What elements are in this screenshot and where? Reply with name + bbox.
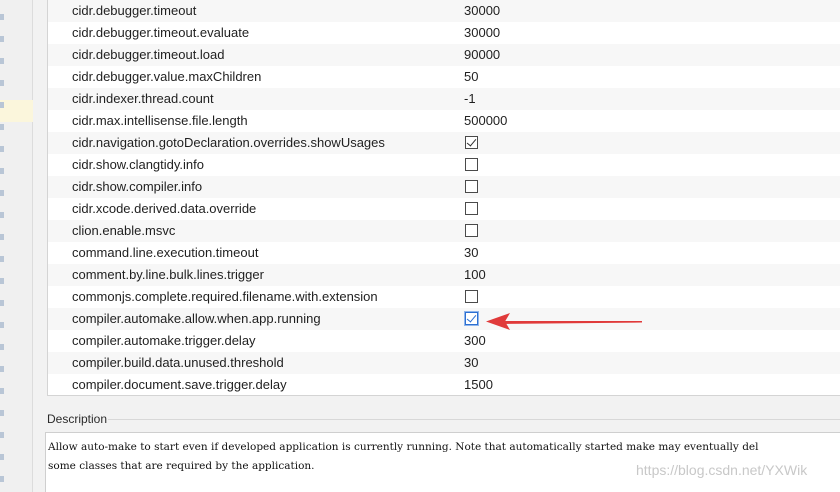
gutter-highlight xyxy=(0,100,33,122)
checkbox-unchecked[interactable] xyxy=(465,290,478,303)
gutter-mark xyxy=(0,212,4,218)
registry-value[interactable]: 500000 xyxy=(464,110,507,132)
gutter-mark xyxy=(0,454,4,460)
checkbox-checked[interactable] xyxy=(465,136,478,149)
registry-key: clion.enable.msvc xyxy=(72,223,176,238)
registry-key: compiler.automake.trigger.delay xyxy=(72,333,256,348)
registry-value[interactable]: -1 xyxy=(464,88,476,110)
registry-rows: cidr.debugger.timeout 30000 cidr.debugger.… xyxy=(48,0,840,395)
table-row[interactable]: compiler.automake.trigger.delay 300 xyxy=(48,330,840,352)
table-row[interactable]: cidr.show.compiler.info xyxy=(48,176,840,198)
table-row[interactable]: command.line.execution.timeout 30 xyxy=(48,242,840,264)
table-row[interactable]: cidr.xcode.derived.data.override xyxy=(48,198,840,220)
registry-value[interactable]: 1500 xyxy=(464,374,493,395)
checkbox-checked[interactable] xyxy=(464,311,479,326)
gutter-mark xyxy=(0,322,4,328)
table-row[interactable]: cidr.debugger.timeout 30000 xyxy=(48,0,840,22)
watermark: https://blog.csdn.net/YXWik xyxy=(636,462,808,478)
registry-value[interactable]: 300 xyxy=(464,330,486,352)
checkbox-unchecked[interactable] xyxy=(465,158,478,171)
registry-key: cidr.max.intellisense.file.length xyxy=(72,113,248,128)
gutter-mark xyxy=(0,36,4,42)
table-row[interactable]: compiler.document.save.trigger.delay 1500 xyxy=(48,374,840,395)
gutter-mark xyxy=(0,388,4,394)
table-row[interactable]: compiler.build.data.unused.threshold 30 xyxy=(48,352,840,374)
registry-value[interactable]: 30 xyxy=(464,352,478,374)
registry-key: cidr.show.compiler.info xyxy=(72,179,203,194)
table-row[interactable]: cidr.navigation.gotoDeclaration.override… xyxy=(48,132,840,154)
registry-key: cidr.debugger.value.maxChildren xyxy=(72,69,262,84)
table-row[interactable]: cidr.show.clangtidy.info xyxy=(48,154,840,176)
registry-key: cidr.debugger.timeout.evaluate xyxy=(72,25,250,40)
gutter-mark xyxy=(0,58,4,64)
registry-value[interactable]: 100 xyxy=(464,264,486,286)
table-row[interactable]: comment.by.line.bulk.lines.trigger 100 xyxy=(48,264,840,286)
table-row[interactable]: clion.enable.msvc xyxy=(48,220,840,242)
gutter-mark xyxy=(0,14,4,20)
checkbox-unchecked[interactable] xyxy=(465,180,478,193)
gutter-mark xyxy=(0,366,4,372)
registry-table: cidr.debugger.timeout 30000 cidr.debugger.… xyxy=(47,0,840,396)
editor-gutter xyxy=(0,0,33,492)
registry-value[interactable]: 30 xyxy=(464,242,478,264)
gutter-mark xyxy=(0,190,4,196)
table-row[interactable]: cidr.debugger.timeout.evaluate 30000 xyxy=(48,22,840,44)
gutter-mark xyxy=(0,168,4,174)
table-row[interactable]: cidr.indexer.thread.count -1 xyxy=(48,88,840,110)
arrow-shaft xyxy=(502,321,642,324)
table-row[interactable]: cidr.debugger.timeout.load 90000 xyxy=(48,44,840,66)
gutter-mark xyxy=(0,476,4,482)
gutter-mark xyxy=(0,278,4,284)
registry-key: cidr.show.clangtidy.info xyxy=(72,157,204,172)
registry-key: compiler.document.save.trigger.delay xyxy=(72,377,287,392)
registry-key: cidr.xcode.derived.data.override xyxy=(72,201,257,216)
registry-key: cidr.debugger.timeout xyxy=(72,3,197,18)
gutter-mark xyxy=(0,344,4,350)
registry-key: compiler.automake.allow.when.app.running xyxy=(72,311,321,326)
registry-key: cidr.indexer.thread.count xyxy=(72,91,214,106)
registry-value[interactable]: 30000 xyxy=(464,22,500,44)
gutter-mark xyxy=(0,124,4,130)
registry-value[interactable]: 50 xyxy=(464,66,478,88)
annotation-arrow xyxy=(486,313,642,330)
gutter-mark xyxy=(0,300,4,306)
registry-value[interactable]: 30000 xyxy=(464,0,500,22)
table-row[interactable]: commonjs.complete.required.filename.with… xyxy=(48,286,840,308)
gutter-mark xyxy=(0,80,4,86)
registry-key: comment.by.line.bulk.lines.trigger xyxy=(72,267,264,282)
registry-key: command.line.execution.timeout xyxy=(72,245,259,260)
registry-value[interactable]: 90000 xyxy=(464,44,500,66)
gutter-mark xyxy=(0,146,4,152)
table-row[interactable]: compiler.automake.allow.when.app.running xyxy=(48,308,840,330)
registry-key: compiler.build.data.unused.threshold xyxy=(72,355,284,370)
table-row[interactable]: cidr.max.intellisense.file.length 500000 xyxy=(48,110,840,132)
gutter-mark xyxy=(0,256,4,262)
table-row[interactable]: cidr.debugger.value.maxChildren 50 xyxy=(48,66,840,88)
gutter-mark xyxy=(0,234,4,240)
checkbox-unchecked[interactable] xyxy=(465,202,478,215)
registry-key: cidr.navigation.gotoDeclaration.override… xyxy=(72,135,385,150)
registry-key: commonjs.complete.required.filename.with… xyxy=(72,289,378,304)
checkbox-unchecked[interactable] xyxy=(465,224,478,237)
registry-key: cidr.debugger.timeout.load xyxy=(72,47,225,62)
description-separator xyxy=(108,419,840,420)
gutter-mark xyxy=(0,432,4,438)
gutter-mark xyxy=(0,102,4,108)
description-label: Description xyxy=(47,412,108,426)
gutter-mark xyxy=(0,410,4,416)
